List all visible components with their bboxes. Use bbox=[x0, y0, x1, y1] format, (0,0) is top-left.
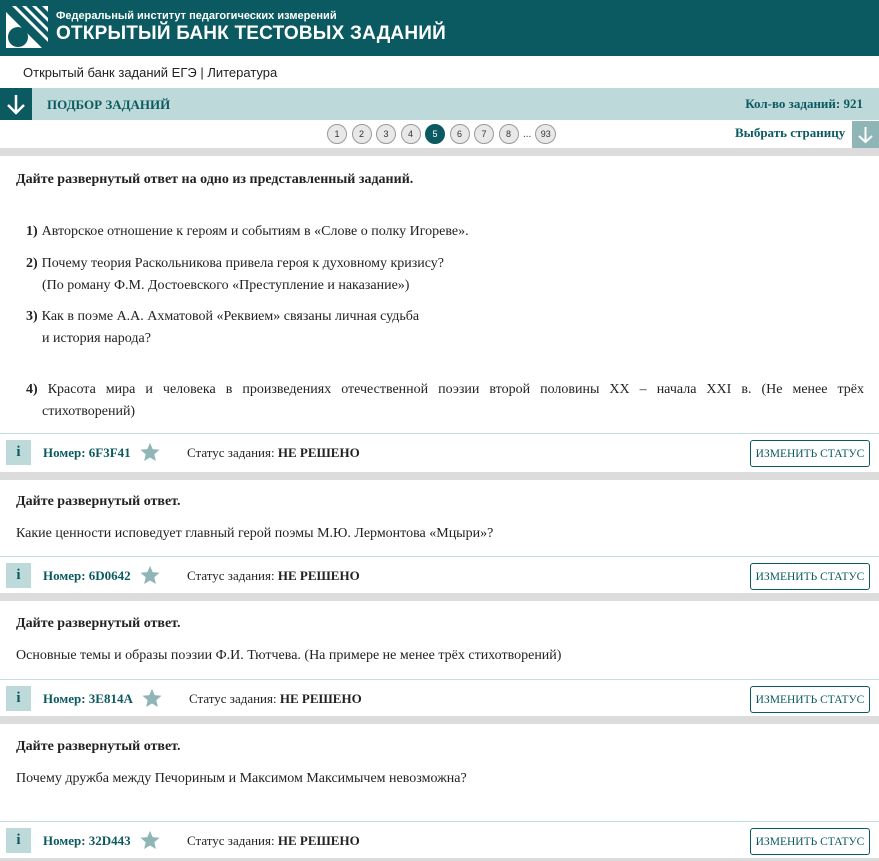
item-number: 2) bbox=[26, 256, 38, 271]
task-count: Кол-во заданий: 921 bbox=[745, 96, 863, 111]
breadcrumb[interactable]: Открытый банк заданий ЕГЭ | Литература bbox=[0, 56, 879, 88]
item-number: 1) bbox=[26, 224, 38, 239]
task-question: Какие ценности исповедует главный герой … bbox=[16, 526, 494, 541]
info-button[interactable]: i bbox=[6, 828, 31, 853]
task-card: Дайте развернутый ответ на одно из предс… bbox=[0, 156, 879, 472]
page-4[interactable]: 4 bbox=[400, 124, 421, 144]
pick-page-label[interactable]: Выбрать страницу bbox=[735, 125, 845, 141]
status-value: НЕ РЕШЕНО bbox=[277, 568, 360, 583]
item-text: и история народа? bbox=[42, 331, 151, 346]
task-item: 4) Красота мира и человека в произведени… bbox=[26, 379, 864, 423]
task-footer: i Номер: 32D443 Статус задания: НЕ РЕШЕН… bbox=[0, 821, 879, 859]
star-icon[interactable] bbox=[141, 687, 163, 709]
task-card: Дайте развернутый ответ. Какие ценности … bbox=[0, 480, 879, 594]
org-name: Федеральный институт педагогических изме… bbox=[56, 10, 337, 22]
status-value: НЕ РЕШЕНО bbox=[277, 833, 360, 848]
item-number: 3) bbox=[26, 309, 38, 324]
arrow-down-icon bbox=[858, 127, 873, 144]
star-icon[interactable] bbox=[139, 441, 161, 463]
pager-ellipsis: ... bbox=[523, 128, 532, 140]
status-value: НЕ РЕШЕНО bbox=[277, 445, 360, 460]
page-7[interactable]: 7 bbox=[474, 124, 494, 144]
bank-title: ОТКРЫТЫЙ БАНК ТЕСТОВЫХ ЗАДАНИЙ bbox=[56, 23, 446, 44]
task-footer: i Номер: 6D0642 Статус задания: НЕ РЕШЕН… bbox=[0, 556, 879, 594]
item-text: Как в поэме А.А. Ахматовой «Реквием» свя… bbox=[41, 309, 420, 324]
status-value: НЕ РЕШЕНО bbox=[279, 691, 362, 706]
page-2[interactable]: 2 bbox=[351, 124, 372, 144]
task-item: 3) Как в поэме А.А. Ахматовой «Реквием» с… bbox=[26, 306, 419, 350]
star-icon[interactable] bbox=[139, 829, 161, 851]
task-instruction: Дайте развернутый ответ. bbox=[16, 616, 181, 631]
task-status: Статус задания: НЕ РЕШЕНО bbox=[189, 691, 362, 706]
page-8[interactable]: 8 bbox=[498, 124, 519, 144]
task-instruction: Дайте развернутый ответ. bbox=[16, 739, 181, 754]
item-text: Авторское отношение к героям и событиям … bbox=[41, 224, 469, 239]
change-status-button[interactable]: ИЗМЕНИТЬ СТАТУС bbox=[750, 686, 870, 713]
change-status-button[interactable]: ИЗМЕНИТЬ СТАТУС bbox=[750, 440, 870, 467]
task-item: 2) Почему теория Раскольникова привела ге… bbox=[26, 253, 444, 297]
info-button[interactable]: i bbox=[6, 563, 31, 588]
separator bbox=[0, 593, 879, 601]
page-1[interactable]: 1 bbox=[327, 124, 347, 144]
separator bbox=[0, 148, 879, 156]
separator bbox=[0, 716, 879, 724]
star-icon[interactable] bbox=[139, 564, 161, 586]
task-number: Номер: 6F3F41 bbox=[43, 445, 131, 460]
task-footer: i Номер: 6F3F41 Статус задания: НЕ РЕШЕН… bbox=[0, 433, 879, 471]
selection-toggle[interactable] bbox=[0, 88, 32, 120]
pick-page-button[interactable] bbox=[852, 121, 879, 148]
item-text: Почему теория Раскольникова привела геро… bbox=[41, 256, 445, 271]
task-question: Основные темы и образы поэзии Ф.И. Тютче… bbox=[16, 648, 562, 663]
selection-title: ПОДБОР ЗАДАНИЙ bbox=[47, 97, 171, 112]
page-6[interactable]: 6 bbox=[449, 124, 470, 144]
change-status-button[interactable]: ИЗМЕНИТЬ СТАТУС bbox=[750, 828, 870, 855]
item-text: стихотворений) bbox=[42, 404, 136, 419]
pager: 1 2 3 4 5 6 7 8 ... 93 bbox=[327, 124, 561, 144]
task-status: Статус задания: НЕ РЕШЕНО bbox=[187, 445, 360, 460]
selection-bar[interactable]: ПОДБОР ЗАДАНИЙ Кол-во заданий: 921 bbox=[0, 88, 879, 120]
site-header: Федеральный институт педагогических изме… bbox=[0, 0, 879, 56]
change-status-button[interactable]: ИЗМЕНИТЬ СТАТУС bbox=[750, 563, 870, 590]
info-button[interactable]: i bbox=[6, 440, 31, 465]
item-text: Красота мира и человека в произведениях … bbox=[47, 382, 865, 397]
page-5-active[interactable]: 5 bbox=[425, 124, 445, 144]
task-footer: i Номер: 3E814A Статус задания: НЕ РЕШЕН… bbox=[0, 679, 879, 717]
fipi-logo[interactable] bbox=[6, 6, 48, 48]
info-button[interactable]: i bbox=[6, 686, 31, 711]
task-status: Статус задания: НЕ РЕШЕНО bbox=[187, 568, 360, 583]
task-instruction: Дайте развернутый ответ. bbox=[16, 494, 181, 509]
task-instruction: Дайте развернутый ответ на одно из предс… bbox=[16, 172, 414, 187]
page-3[interactable]: 3 bbox=[376, 124, 396, 144]
item-number: 4) bbox=[26, 382, 38, 397]
task-number: Номер: 3E814A bbox=[43, 691, 133, 706]
task-card: Дайте развернутый ответ. Основные темы и… bbox=[0, 601, 879, 717]
task-status: Статус задания: НЕ РЕШЕНО bbox=[187, 833, 360, 848]
task-number: Номер: 32D443 bbox=[43, 833, 131, 848]
arrow-down-icon bbox=[7, 95, 25, 115]
item-text: (По роману Ф.М. Достоевского «Преступлен… bbox=[42, 278, 410, 293]
task-card: Дайте развернутый ответ. Почему дружба м… bbox=[0, 724, 879, 861]
task-item: 1) Авторское отношение к героям и события… bbox=[26, 221, 469, 243]
page-last[interactable]: 93 bbox=[535, 124, 557, 144]
separator bbox=[0, 472, 879, 480]
task-question: Почему дружба между Печориным и Максимом… bbox=[16, 771, 467, 786]
task-number: Номер: 6D0642 bbox=[43, 568, 131, 583]
